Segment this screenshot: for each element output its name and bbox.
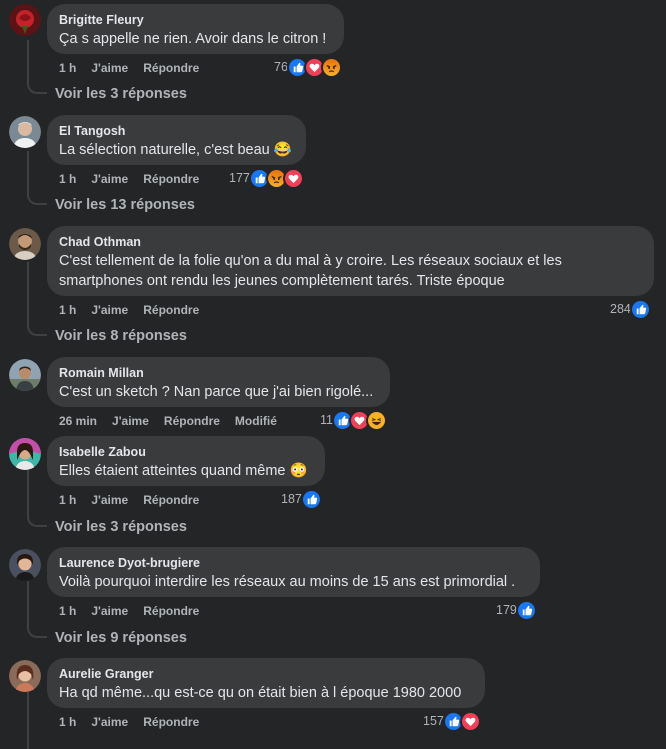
thread-curve — [27, 316, 47, 336]
view-replies-label[interactable]: Voir les 3 réponses — [55, 84, 187, 104]
like-button[interactable]: J'aime — [112, 414, 149, 428]
reaction-count: 76 — [274, 60, 288, 74]
comment-author[interactable]: Brigitte Fleury — [59, 12, 332, 28]
view-replies-label[interactable]: Voir les 3 réponses — [55, 517, 187, 537]
thread-line — [27, 692, 29, 749]
comment-bubble: Aurelie Granger Ha qd même...qu est-ce q… — [47, 658, 485, 708]
comment-bubble: Chad Othman C'est tellement de la folie … — [47, 226, 654, 296]
comment-bubble: Brigitte Fleury Ça s appelle ne rien. Av… — [47, 4, 344, 54]
like-button[interactable]: J'aime — [91, 172, 128, 186]
avatar[interactable] — [9, 438, 41, 470]
reaction-summary[interactable]: 76 — [274, 56, 342, 78]
comment-author[interactable]: Chad Othman — [59, 234, 642, 250]
comment-time[interactable]: 1 h — [59, 61, 76, 75]
reply-button[interactable]: Répondre — [164, 414, 220, 428]
comment-time[interactable]: 1 h — [59, 303, 76, 317]
reaction-count: 157 — [423, 714, 444, 728]
reply-button[interactable]: Répondre — [143, 604, 199, 618]
reaction-count: 177 — [229, 171, 250, 185]
reaction-summary[interactable]: 187 — [281, 488, 322, 510]
comment-actions: 1 h J'aime Répondre — [59, 171, 214, 187]
comment-text-line: C'est tellement de la folie qu'on a du m… — [59, 253, 562, 269]
comment-author[interactable]: Isabelle Zabou — [59, 444, 313, 460]
comment-text: Ha qd même...qu est-ce qu on était bien … — [59, 685, 462, 701]
view-replies-label[interactable]: Voir les 9 réponses — [55, 628, 187, 648]
reaction-summary[interactable]: 157 — [423, 710, 481, 732]
like-button[interactable]: J'aime — [91, 493, 128, 507]
comment-text: C'est un sketch ? Nan parce que j'ai bie… — [59, 384, 374, 400]
comment-author[interactable]: Laurence Dyot-brugiere — [59, 555, 528, 571]
reaction-summary[interactable]: 179 — [496, 599, 537, 621]
comment-time[interactable]: 1 h — [59, 604, 76, 618]
reaction-count: 284 — [610, 302, 631, 316]
like-button[interactable]: J'aime — [91, 604, 128, 618]
avatar[interactable] — [9, 4, 41, 36]
reply-button[interactable]: Répondre — [143, 715, 199, 729]
comment-time[interactable]: 1 h — [59, 715, 76, 729]
reply-button[interactable]: Répondre — [143, 61, 199, 75]
like-button[interactable]: J'aime — [91, 303, 128, 317]
reaction-summary[interactable]: 177 — [229, 167, 304, 189]
like-button[interactable]: J'aime — [91, 61, 128, 75]
like-button[interactable]: J'aime — [91, 715, 128, 729]
reaction-count: 187 — [281, 492, 302, 506]
comment-bubble: Romain Millan C'est un sketch ? Nan parc… — [47, 357, 390, 407]
comment-text-line: smartphones ont rendu les jeunes complèt… — [59, 273, 505, 289]
love-reaction-icon — [459, 710, 481, 732]
comment-text: Elles étaient atteintes quand même 😳 — [59, 463, 308, 479]
love-reaction-icon — [282, 167, 304, 189]
comment-actions: 1 h J'aime Répondre — [59, 302, 214, 318]
comment-actions: 26 min J'aime Répondre Modifié — [59, 413, 292, 429]
avatar[interactable] — [9, 660, 41, 692]
comment-time[interactable]: 1 h — [59, 493, 76, 507]
like-reaction-icon — [515, 599, 537, 621]
thread-curve — [27, 74, 47, 94]
comment-bubble: Isabelle Zabou Elles étaient atteintes q… — [47, 436, 325, 486]
comment-author[interactable]: Romain Millan — [59, 365, 378, 381]
comment-text: La sélection naturelle, c'est beau 😂 — [59, 142, 292, 158]
comment-actions: 1 h J'aime Répondre — [59, 603, 214, 619]
avatar[interactable] — [9, 359, 41, 391]
thread-curve — [27, 507, 47, 527]
like-reaction-icon — [300, 488, 322, 510]
comment-text: Voilà pourquoi interdire les réseaux au … — [59, 574, 516, 590]
reaction-summary[interactable]: 284 — [610, 298, 651, 320]
reply-button[interactable]: Répondre — [143, 303, 199, 317]
reaction-count: 179 — [496, 603, 517, 617]
comment-actions: 1 h J'aime Répondre — [59, 492, 214, 508]
avatar[interactable] — [9, 116, 41, 148]
angry-reaction-icon — [320, 56, 342, 78]
avatar[interactable] — [9, 228, 41, 260]
comment-actions: 1 h J'aime Répondre — [59, 60, 214, 76]
view-replies-label[interactable]: Voir les 13 réponses — [55, 195, 195, 215]
comment-time[interactable]: 1 h — [59, 172, 76, 186]
avatar[interactable] — [9, 549, 41, 581]
comment-text: C'est tellement de la folie qu'on a du m… — [59, 251, 642, 291]
modified-label: Modifié — [234, 414, 277, 428]
thread-curve — [27, 618, 47, 638]
comment-time[interactable]: 26 min — [59, 414, 97, 428]
comment-actions: 1 h J'aime Répondre — [59, 714, 214, 730]
comment-bubble: El Tangosh La sélection naturelle, c'est… — [47, 115, 306, 165]
reply-button[interactable]: Répondre — [143, 493, 199, 507]
comment-bubble: Laurence Dyot-brugiere Voilà pourquoi in… — [47, 547, 540, 597]
view-replies-label[interactable]: Voir les 8 réponses — [55, 326, 187, 346]
comment-author[interactable]: Aurelie Granger — [59, 666, 473, 682]
like-reaction-icon — [629, 298, 651, 320]
thread-curve — [27, 185, 47, 205]
reply-button[interactable]: Répondre — [143, 172, 199, 186]
comment-text: Ça s appelle ne rien. Avoir dans le citr… — [59, 31, 327, 47]
reaction-summary[interactable]: 11 — [320, 409, 387, 431]
haha-reaction-icon — [365, 409, 387, 431]
comment-author[interactable]: El Tangosh — [59, 123, 294, 139]
